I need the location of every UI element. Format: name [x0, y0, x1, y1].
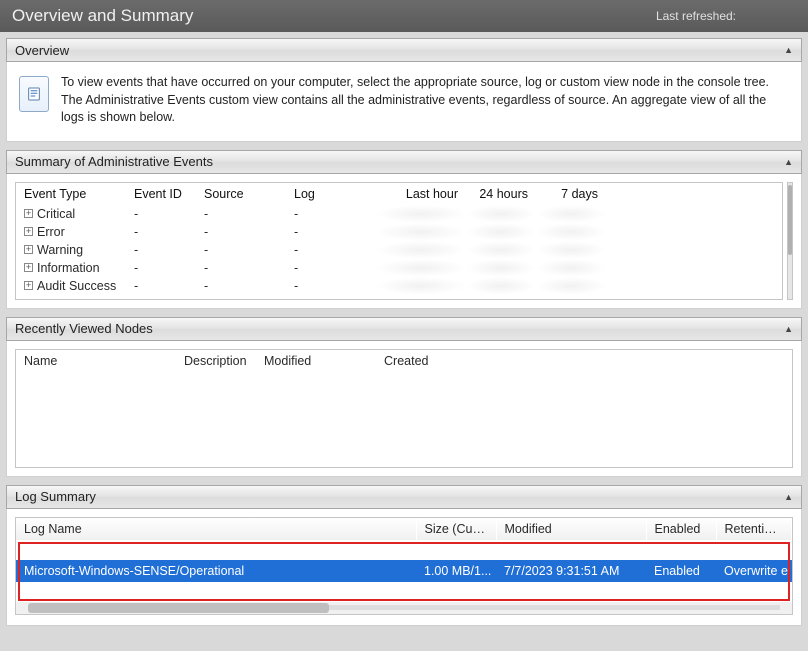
col-event-type[interactable]: Event Type	[16, 183, 126, 205]
col-enabled[interactable]: Enabled	[646, 518, 716, 540]
cell-log: -	[286, 241, 376, 259]
overview-header[interactable]: Overview ▲	[6, 38, 802, 62]
cell-log: -	[286, 259, 376, 277]
page-title-bar: Overview and Summary Last refreshed:	[0, 0, 808, 32]
events-icon	[19, 76, 49, 112]
admin-events-table[interactable]: Event Type Event ID Source Log Last hour…	[15, 182, 783, 300]
recent-nodes-header-label: Recently Viewed Nodes	[15, 321, 153, 336]
cell-event-type: Critical	[37, 207, 75, 221]
col-source[interactable]: Source	[196, 183, 286, 205]
table-row[interactable]	[16, 582, 792, 602]
cell-24-hours	[466, 205, 536, 223]
cell-event-type: Error	[37, 225, 65, 239]
expand-icon[interactable]: +	[24, 209, 33, 218]
log-summary-header[interactable]: Log Summary ▲	[6, 485, 802, 509]
cell-last-hour	[376, 277, 466, 295]
cell-event-id: -	[126, 223, 196, 241]
col-7-days[interactable]: 7 days	[536, 183, 606, 205]
cell-24-hours	[466, 259, 536, 277]
cell-source: -	[196, 223, 286, 241]
cell-event-id: -	[126, 205, 196, 223]
overview-text: To view events that have occurred on you…	[61, 74, 789, 127]
col-created[interactable]: Created	[384, 354, 504, 368]
cell-log: -	[286, 277, 376, 295]
overview-panel: Overview ▲ To view events that have occu…	[6, 38, 802, 142]
recent-nodes-panel: Recently Viewed Nodes ▲ Name Description…	[6, 317, 802, 477]
horizontal-scrollbar[interactable]	[16, 602, 792, 614]
admin-events-header-label: Summary of Administrative Events	[15, 154, 213, 169]
recent-nodes-header[interactable]: Recently Viewed Nodes ▲	[6, 317, 802, 341]
col-description[interactable]: Description	[184, 354, 264, 368]
cell-last-hour	[376, 259, 466, 277]
cell-event-id: -	[126, 241, 196, 259]
table-row[interactable]: +Error---	[16, 223, 782, 241]
col-name[interactable]: Name	[24, 354, 184, 368]
cell-last-hour	[376, 223, 466, 241]
cell-7-days	[536, 205, 606, 223]
cell-24-hours	[466, 277, 536, 295]
expand-icon[interactable]: +	[24, 281, 33, 290]
overview-header-label: Overview	[15, 43, 69, 58]
log-summary-panel: Log Summary ▲ Log Name Size (Curr... Mod…	[6, 485, 802, 626]
table-row[interactable]: +Audit Success---	[16, 277, 782, 295]
col-last-hour[interactable]: Last hour	[376, 183, 466, 205]
cell-event-id: -	[126, 277, 196, 295]
admin-events-panel: Summary of Administrative Events ▲ Event…	[6, 150, 802, 309]
table-row[interactable]	[16, 540, 792, 560]
cell-log: -	[286, 223, 376, 241]
overview-body: To view events that have occurred on you…	[6, 62, 802, 142]
cell-24-hours	[466, 241, 536, 259]
collapse-icon: ▲	[784, 45, 793, 55]
log-summary-header-label: Log Summary	[15, 489, 96, 504]
page-title: Overview and Summary	[12, 6, 193, 26]
cell-24-hours	[466, 223, 536, 241]
cell-7-days	[536, 259, 606, 277]
cell-source: -	[196, 277, 286, 295]
cell-retention: Overwrite e	[716, 560, 792, 582]
cell-source: -	[196, 259, 286, 277]
cell-source: -	[196, 205, 286, 223]
cell-7-days	[536, 241, 606, 259]
collapse-icon: ▲	[784, 492, 793, 502]
cell-source: -	[196, 241, 286, 259]
cell-event-type: Audit Success	[37, 279, 116, 293]
col-event-id[interactable]: Event ID	[126, 183, 196, 205]
expand-icon[interactable]: +	[24, 227, 33, 236]
col-modified[interactable]: Modified	[496, 518, 646, 540]
col-log[interactable]: Log	[286, 183, 376, 205]
cell-last-hour	[376, 241, 466, 259]
cell-event-type: Information	[37, 261, 100, 275]
cell-last-hour	[376, 205, 466, 223]
cell-7-days	[536, 277, 606, 295]
log-summary-table[interactable]: Log Name Size (Curr... Modified Enabled …	[15, 517, 793, 615]
table-row[interactable]: +Information---	[16, 259, 782, 277]
cell-7-days	[536, 223, 606, 241]
recent-nodes-table[interactable]: Name Description Modified Created	[15, 349, 793, 468]
expand-icon[interactable]: +	[24, 245, 33, 254]
table-row[interactable]: +Critical---	[16, 205, 782, 223]
cell-event-id: -	[126, 259, 196, 277]
last-refreshed-label: Last refreshed:	[656, 9, 736, 23]
expand-icon[interactable]: +	[24, 263, 33, 272]
col-retention[interactable]: Retention P	[716, 518, 792, 540]
cell-event-type: Warning	[37, 243, 83, 257]
col-modified[interactable]: Modified	[264, 354, 384, 368]
col-size[interactable]: Size (Curr...	[416, 518, 496, 540]
cell-log: -	[286, 205, 376, 223]
table-row-selected[interactable]: Microsoft-Windows-SENSE/Operational 1.00…	[16, 560, 792, 582]
cell-size: 1.00 MB/1...	[416, 560, 496, 582]
admin-events-header[interactable]: Summary of Administrative Events ▲	[6, 150, 802, 174]
cell-enabled: Enabled	[646, 560, 716, 582]
col-24-hours[interactable]: 24 hours	[466, 183, 536, 205]
col-log-name[interactable]: Log Name	[16, 518, 416, 540]
table-row[interactable]: +Warning---	[16, 241, 782, 259]
cell-log-name: Microsoft-Windows-SENSE/Operational	[16, 560, 416, 582]
collapse-icon: ▲	[784, 324, 793, 334]
collapse-icon: ▲	[784, 157, 793, 167]
vertical-scrollbar[interactable]	[787, 182, 793, 300]
cell-modified: 7/7/2023 9:31:51 AM	[496, 560, 646, 582]
